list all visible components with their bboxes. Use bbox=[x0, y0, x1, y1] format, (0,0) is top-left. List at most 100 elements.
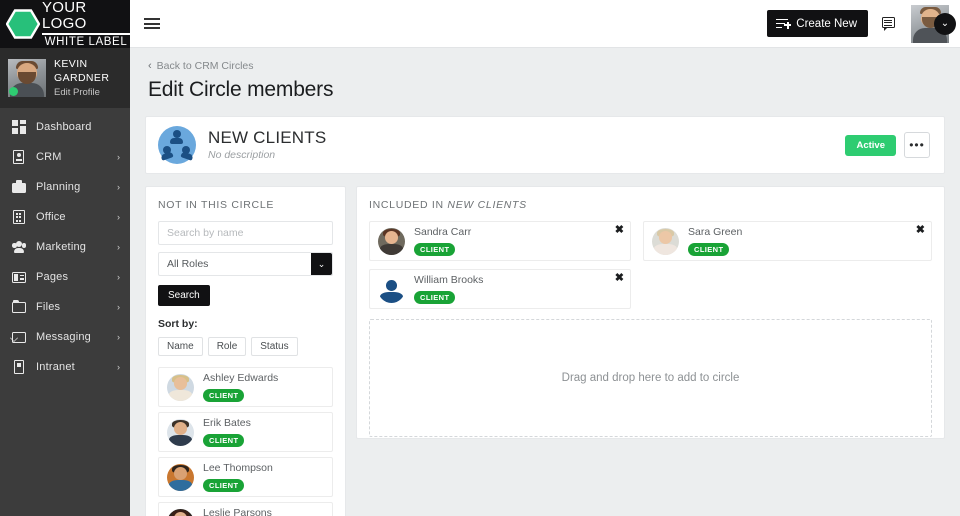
logo-line-2: WHITE LABEL bbox=[42, 36, 130, 49]
envelope-icon bbox=[12, 330, 26, 344]
search-input[interactable] bbox=[158, 221, 333, 245]
sidebar-item-planning[interactable]: Planning › bbox=[0, 172, 130, 202]
sort-by-name-button[interactable]: Name bbox=[158, 337, 203, 356]
message-icon[interactable] bbox=[882, 17, 897, 30]
sidebar-item-label: Marketing bbox=[36, 241, 117, 253]
role-tag: CLIENT bbox=[414, 243, 455, 256]
user-menu[interactable]: ⌄ bbox=[911, 5, 949, 43]
sidebar-item-files[interactable]: Files › bbox=[0, 292, 130, 322]
avatar bbox=[167, 464, 194, 491]
sidebar-item-intranet[interactable]: Intranet › bbox=[0, 352, 130, 382]
hamburger-icon[interactable] bbox=[144, 15, 160, 31]
list-item[interactable]: Sara Green CLIENT ✖ bbox=[643, 221, 932, 261]
sidebar-item-label: Pages bbox=[36, 271, 117, 283]
sort-by-role-button[interactable]: Role bbox=[208, 337, 247, 356]
chevron-down-icon[interactable]: ⌄ bbox=[934, 13, 956, 35]
sidebar-item-messaging[interactable]: Messaging › bbox=[0, 322, 130, 352]
create-new-label: Create New bbox=[796, 18, 857, 30]
list-item[interactable]: Erik Bates CLIENT bbox=[158, 412, 333, 452]
list-item[interactable]: Leslie Parsons CLIENT bbox=[158, 502, 333, 516]
not-in-circle-panel: NOT IN THIS CIRCLE All Roles ⌄ Search So… bbox=[145, 186, 346, 516]
topbar: Create New ⌄ bbox=[130, 0, 960, 48]
logo[interactable]: YOUR LOGO WHITE LABEL bbox=[0, 0, 130, 48]
sidebar-item-label: CRM bbox=[36, 151, 117, 163]
page-title: Edit Circle members bbox=[145, 72, 945, 102]
panels: NOT IN THIS CIRCLE All Roles ⌄ Search So… bbox=[145, 186, 945, 516]
remove-member-icon[interactable]: ✖ bbox=[916, 224, 925, 236]
member-name: Sandra Carr bbox=[414, 226, 471, 239]
online-status-dot bbox=[9, 87, 18, 96]
remove-member-icon[interactable]: ✖ bbox=[615, 224, 624, 236]
sidebar-item-crm[interactable]: CRM › bbox=[0, 142, 130, 172]
list-item[interactable]: Sandra Carr CLIENT ✖ bbox=[369, 221, 631, 261]
member-name: William Brooks bbox=[414, 274, 483, 287]
list-plus-icon bbox=[776, 18, 790, 30]
sidebar-item-label: Files bbox=[36, 301, 117, 313]
sidebar: YOUR LOGO WHITE LABEL KEVIN GARDNER Edit… bbox=[0, 0, 130, 516]
more-options-button[interactable]: ••• bbox=[904, 132, 930, 158]
role-tag: CLIENT bbox=[203, 479, 244, 492]
remove-member-icon[interactable]: ✖ bbox=[615, 272, 624, 284]
included-in-circle-panel: INCLUDED IN NEW CLIENTS Sandra Carr CLIE… bbox=[356, 186, 945, 439]
avatar bbox=[167, 374, 194, 401]
building-icon bbox=[12, 210, 26, 224]
status-badge[interactable]: Active bbox=[845, 135, 896, 156]
member-name: Ashley Edwards bbox=[203, 372, 278, 385]
role-select-value[interactable]: All Roles bbox=[158, 252, 333, 276]
chevron-right-icon: › bbox=[117, 272, 120, 282]
role-tag: CLIENT bbox=[203, 434, 244, 447]
panel-heading-prefix: INCLUDED IN bbox=[369, 199, 447, 211]
sidebar-profile[interactable]: KEVIN GARDNER Edit Profile bbox=[0, 48, 130, 108]
avatar bbox=[167, 509, 194, 516]
panel-heading: NOT IN THIS CIRCLE bbox=[158, 199, 333, 211]
sidebar-item-dashboard[interactable]: Dashboard bbox=[0, 112, 130, 142]
pages-icon bbox=[12, 270, 26, 284]
list-item[interactable]: Lee Thompson CLIENT bbox=[158, 457, 333, 497]
role-select[interactable]: All Roles ⌄ bbox=[158, 252, 333, 276]
sidebar-item-label: Planning bbox=[36, 181, 117, 193]
hexagon-logo-icon bbox=[6, 9, 40, 39]
chevron-left-icon: ‹ bbox=[148, 60, 152, 72]
chevron-right-icon: › bbox=[117, 242, 120, 252]
sidebar-item-label: Messaging bbox=[36, 331, 117, 343]
breadcrumb-label[interactable]: Back to CRM Circles bbox=[157, 60, 254, 72]
logo-line-1: YOUR LOGO bbox=[42, 0, 130, 32]
chevron-right-icon: › bbox=[117, 182, 120, 192]
edit-profile-link[interactable]: Edit Profile bbox=[54, 86, 122, 99]
contact-card-icon bbox=[12, 150, 26, 164]
sort-by-label: Sort by: bbox=[158, 318, 333, 330]
member-name: Sara Green bbox=[688, 226, 742, 239]
member-name: Leslie Parsons bbox=[203, 507, 272, 516]
sort-by-status-button[interactable]: Status bbox=[251, 337, 297, 356]
chevron-right-icon: › bbox=[117, 302, 120, 312]
breadcrumb[interactable]: ‹ Back to CRM Circles bbox=[145, 48, 945, 72]
chevron-right-icon: › bbox=[117, 152, 120, 162]
sidebar-item-label: Intranet bbox=[36, 361, 117, 373]
circle-description: No description bbox=[208, 148, 845, 162]
circle-title: NEW CLIENTS bbox=[208, 128, 845, 148]
role-tag: CLIENT bbox=[688, 243, 729, 256]
chevron-right-icon: › bbox=[117, 212, 120, 222]
sidebar-item-label: Office bbox=[36, 211, 117, 223]
briefcase-icon bbox=[12, 180, 26, 194]
sidebar-item-marketing[interactable]: Marketing › bbox=[0, 232, 130, 262]
create-new-button[interactable]: Create New bbox=[767, 10, 868, 37]
dropzone[interactable]: Drag and drop here to add to circle bbox=[369, 319, 932, 437]
list-item[interactable]: Ashley Edwards CLIENT bbox=[158, 367, 333, 407]
circle-header-card: NEW CLIENTS No description Active ••• bbox=[145, 116, 945, 174]
sort-options: Name Role Status bbox=[158, 337, 333, 356]
chevron-down-icon[interactable]: ⌄ bbox=[311, 253, 332, 275]
sidebar-nav: Dashboard CRM › Planning › Office › Mark… bbox=[0, 108, 130, 382]
users-icon bbox=[12, 240, 26, 254]
member-name: Lee Thompson bbox=[203, 462, 273, 475]
sidebar-item-office[interactable]: Office › bbox=[0, 202, 130, 232]
intranet-icon bbox=[12, 360, 26, 374]
circle-group-icon bbox=[158, 126, 196, 164]
avatar bbox=[378, 228, 405, 255]
sidebar-item-label: Dashboard bbox=[36, 121, 120, 133]
list-item[interactable]: William Brooks CLIENT ✖ bbox=[369, 269, 631, 309]
search-button[interactable]: Search bbox=[158, 285, 210, 306]
member-name: Erik Bates bbox=[203, 417, 251, 430]
available-member-list: Ashley Edwards CLIENT Erik Bates CLIENT bbox=[158, 367, 333, 516]
sidebar-item-pages[interactable]: Pages › bbox=[0, 262, 130, 292]
